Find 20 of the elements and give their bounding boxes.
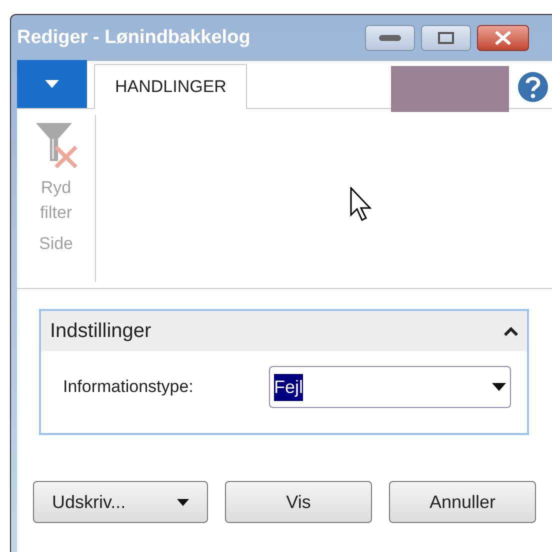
maximize-button[interactable] (421, 25, 471, 51)
section-header[interactable]: Indstillinger (41, 311, 527, 351)
clear-filter-icon (34, 121, 78, 169)
dialog-button[interactable]: Vis (225, 481, 372, 523)
dropdown-field[interactable]: Fejl (269, 366, 511, 408)
window-title: Rediger - Lønindbakkelog (17, 26, 252, 50)
close-icon (494, 31, 512, 45)
collapse-caret-icon (504, 326, 518, 336)
help-icon[interactable] (517, 71, 549, 103)
ribbon-group-label: Side (38, 233, 74, 255)
ribbon-tab[interactable]: HANDLINGER (94, 64, 248, 109)
field-label: Informationstype: (63, 376, 194, 398)
caret-down-icon (45, 80, 59, 88)
mouse-cursor-icon (350, 187, 374, 221)
caret-down-icon (177, 498, 189, 506)
dropdown-button[interactable]: Udskriv... (33, 481, 208, 523)
dialog-button[interactable]: Annuller (389, 481, 536, 523)
caret-down-icon (492, 383, 506, 391)
close-button[interactable] (477, 25, 529, 51)
minimize-button[interactable] (365, 25, 415, 51)
